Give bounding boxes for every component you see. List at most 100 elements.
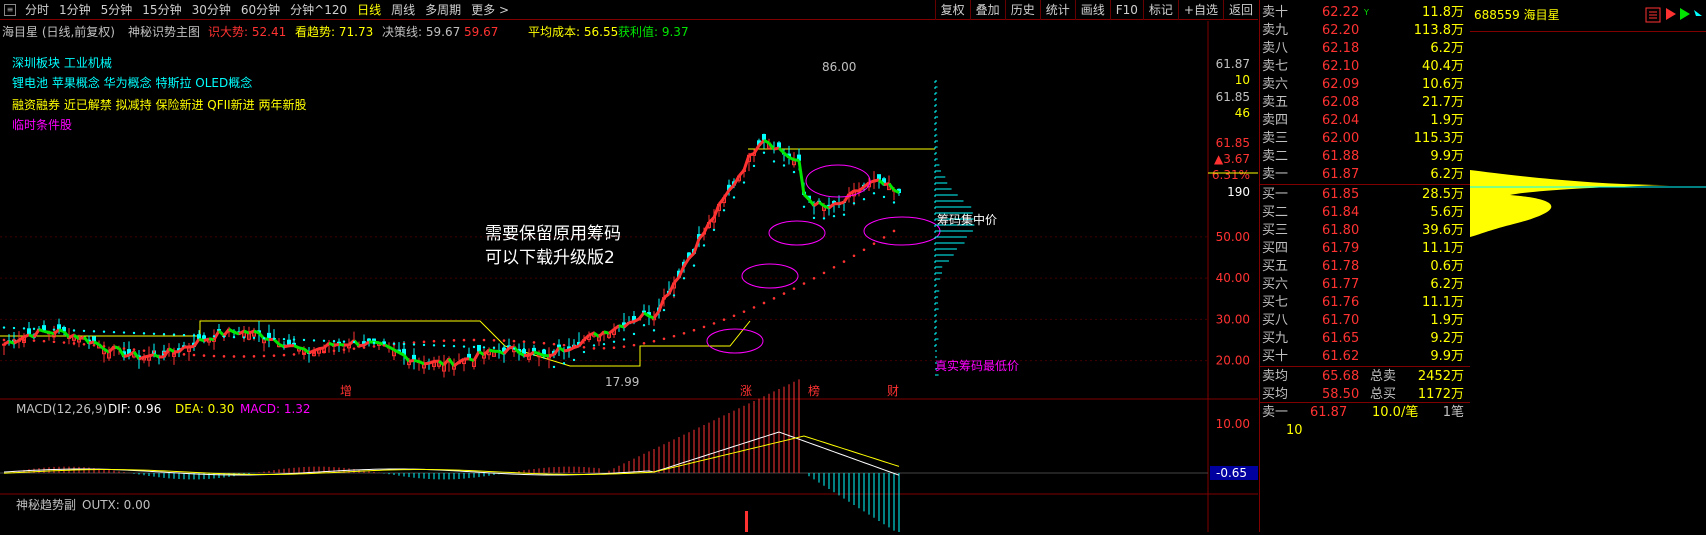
summary-row[interactable]: 卖均65.68总卖2452万 bbox=[1260, 368, 1470, 386]
period-tab-7[interactable]: 日线 bbox=[352, 0, 386, 20]
cursor-icon[interactable] bbox=[1694, 10, 1702, 22]
period-tab-5[interactable]: 60分钟 bbox=[236, 0, 285, 20]
bid-price: 61.70 bbox=[1322, 312, 1359, 330]
bid-volume: 11.1万 bbox=[1422, 294, 1464, 312]
bid-volume: 39.6万 bbox=[1422, 222, 1464, 240]
support-dot bbox=[863, 248, 866, 251]
ask-row[interactable]: 卖七62.1040.4万 bbox=[1260, 58, 1470, 76]
chart-stock-label: 海目星 (日线,前复权) bbox=[2, 24, 115, 39]
bid-row[interactable]: 买二61.845.6万 bbox=[1260, 204, 1470, 222]
bid-row[interactable]: 买一61.8528.5万 bbox=[1260, 186, 1470, 204]
period-tab-8[interactable]: 周线 bbox=[386, 0, 420, 20]
play-icon[interactable] bbox=[1680, 8, 1690, 20]
bid-row[interactable]: 买十61.629.9万 bbox=[1260, 348, 1470, 366]
trend-segment bbox=[4, 342, 9, 345]
bid-row[interactable]: 买六61.776.2万 bbox=[1260, 276, 1470, 294]
ma-dot bbox=[793, 171, 795, 173]
bid-label: 买九 bbox=[1262, 330, 1288, 348]
support-dot bbox=[243, 355, 246, 358]
ask-row[interactable]: 卖五62.0821.7万 bbox=[1260, 94, 1470, 112]
ask-row[interactable]: 卖一61.876.2万 bbox=[1260, 166, 1470, 184]
bid-row[interactable]: 买七61.7611.1万 bbox=[1260, 294, 1470, 312]
support-dot bbox=[13, 339, 16, 342]
chart-svg[interactable]: 海目星 (日线,前复权)神秘识势主图识大势: 52.41看趋势: 71.73决策… bbox=[0, 21, 1258, 532]
ask-row[interactable]: 卖二61.889.9万 bbox=[1260, 148, 1470, 166]
support-dot bbox=[483, 339, 486, 342]
support-dot bbox=[263, 355, 266, 358]
bid-row[interactable]: 买八61.701.9万 bbox=[1260, 312, 1470, 330]
ask-label: 卖二 bbox=[1262, 148, 1288, 166]
period-tab-1[interactable]: 1分钟 bbox=[54, 0, 96, 20]
period-toolbar: ≡ 分时1分钟5分钟15分钟30分钟60分钟分钟^120日线周线多周期更多 > 复权… bbox=[0, 0, 1258, 20]
action-button-7[interactable]: +自选 bbox=[1178, 0, 1223, 20]
action-button-4[interactable]: 画线 bbox=[1075, 0, 1110, 20]
support-dot bbox=[503, 339, 506, 342]
period-tab-10[interactable]: 更多 > bbox=[466, 0, 514, 20]
trend-indicator: 看趋势: 71.73 bbox=[295, 25, 373, 39]
period-tab-9[interactable]: 多周期 bbox=[420, 0, 466, 20]
chart-area[interactable]: 海目星 (日线,前复权)神秘识势主图识大势: 52.41看趋势: 71.73决策… bbox=[0, 21, 1258, 532]
support-dot bbox=[33, 339, 36, 342]
bid-row[interactable]: 买四61.7911.1万 bbox=[1260, 240, 1470, 258]
ask-row[interactable]: 卖十62.22Y11.8万 bbox=[1260, 4, 1470, 22]
event-marker: 财 bbox=[887, 384, 899, 398]
period-tab-4[interactable]: 30分钟 bbox=[187, 0, 236, 20]
tick-row-2[interactable]: 10 bbox=[1260, 422, 1470, 440]
ma-dot bbox=[483, 346, 485, 348]
trend-segment bbox=[604, 332, 609, 334]
ma-dot bbox=[653, 329, 655, 331]
trend-segment bbox=[94, 342, 99, 345]
action-button-6[interactable]: 标记 bbox=[1143, 0, 1178, 20]
bid-label: 买八 bbox=[1262, 312, 1288, 330]
action-button-1[interactable]: 叠加 bbox=[970, 0, 1005, 20]
tick-row[interactable]: 卖一61.8710.0/笔1笔 bbox=[1260, 404, 1470, 422]
trend-segment bbox=[874, 180, 879, 181]
action-button-0[interactable]: 复权 bbox=[935, 0, 970, 20]
action-button-3[interactable]: 统计 bbox=[1040, 0, 1075, 20]
period-tab-2[interactable]: 5分钟 bbox=[96, 0, 138, 20]
trend-segment bbox=[849, 191, 854, 194]
trend-segment bbox=[139, 357, 144, 359]
action-button-5[interactable]: F10 bbox=[1110, 0, 1143, 20]
trend-segment bbox=[814, 202, 819, 205]
ask-volume: 10.6万 bbox=[1422, 76, 1464, 94]
flag-icon[interactable] bbox=[1666, 8, 1676, 20]
trend-segment bbox=[359, 345, 364, 346]
ask-row[interactable]: 卖九62.20113.8万 bbox=[1260, 22, 1470, 40]
ask-volume: 21.7万 bbox=[1422, 94, 1464, 112]
support-dot bbox=[773, 297, 776, 300]
ask-row[interactable]: 卖四62.041.9万 bbox=[1260, 112, 1470, 130]
bid-volume: 5.6万 bbox=[1430, 204, 1464, 222]
bid-row[interactable]: 买九61.659.2万 bbox=[1260, 330, 1470, 348]
support-dot bbox=[673, 335, 676, 338]
support-dot bbox=[43, 340, 46, 343]
support-dots bbox=[3, 230, 896, 358]
toolbar-menu-icon[interactable]: ≡ bbox=[4, 4, 16, 16]
ask-row[interactable]: 卖六62.0910.6万 bbox=[1260, 76, 1470, 94]
bid-label: 买二 bbox=[1262, 204, 1288, 222]
support-dot bbox=[53, 340, 56, 343]
ask-row[interactable]: 卖三62.00115.3万 bbox=[1260, 130, 1470, 148]
chip-histogram bbox=[935, 81, 974, 375]
support-dot bbox=[683, 332, 686, 335]
trend-segment bbox=[629, 322, 634, 323]
trend-line bbox=[4, 140, 899, 366]
trend-segment bbox=[719, 198, 724, 204]
period-tab-3[interactable]: 15分钟 bbox=[137, 0, 186, 20]
ma-dot bbox=[733, 196, 735, 198]
ask-row[interactable]: 卖八62.186.2万 bbox=[1260, 40, 1470, 58]
period-tab-0[interactable]: 分时 bbox=[20, 0, 54, 20]
support-dot bbox=[323, 350, 326, 353]
bid-row[interactable]: 买三61.8039.6万 bbox=[1260, 222, 1470, 240]
support-dot bbox=[593, 347, 596, 350]
chip-center-label: 筹码集中价 bbox=[937, 212, 997, 227]
ask-price: 62.09 bbox=[1322, 76, 1359, 94]
action-button-8[interactable]: 返回 bbox=[1223, 0, 1258, 20]
ma-dot bbox=[493, 347, 495, 349]
action-button-2[interactable]: 历史 bbox=[1005, 0, 1040, 20]
period-tab-6[interactable]: 分钟^120 bbox=[285, 0, 352, 20]
ma-dot bbox=[293, 338, 295, 340]
ma-dot bbox=[403, 343, 405, 345]
ma-dot bbox=[753, 165, 755, 167]
bid-row[interactable]: 买五61.780.6万 bbox=[1260, 258, 1470, 276]
